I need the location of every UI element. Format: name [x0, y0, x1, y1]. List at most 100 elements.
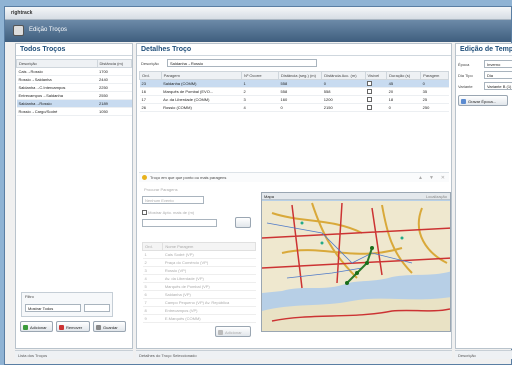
- save-label: Guardar: [103, 325, 118, 330]
- move-down-icon[interactable]: ▼: [429, 175, 434, 181]
- column-header[interactable]: Distância (seg.) (m): [278, 71, 323, 80]
- available-stop-order: 6: [142, 290, 163, 299]
- list-item[interactable]: 8 Entrecampos (VP): [142, 306, 256, 315]
- add-stop-label: Adicionar: [225, 330, 242, 335]
- stop-duration: 0: [386, 103, 421, 112]
- stop-search-select[interactable]: Nenhum Evento: [142, 196, 204, 204]
- table-row[interactable]: Saldanha→Rossio 2189: [16, 99, 132, 108]
- segment-distance: 2250: [97, 83, 132, 92]
- apply-distance-button[interactable]: [235, 217, 251, 228]
- table-row[interactable]: 23 Saldanha (COMM) 1 558 0 45 0: [139, 79, 449, 88]
- visible-cell[interactable]: [365, 103, 387, 112]
- segment-distance: 2550: [97, 91, 132, 100]
- table-row[interactable]: 26 Rossio (COMM) 4 0 2150 0 250: [139, 103, 449, 112]
- table-row[interactable]: 16 Marquês de Pombal (EVO... 2 558 558 20 35: [139, 87, 449, 96]
- map-canvas: [262, 193, 450, 331]
- stop-duration: 45: [386, 79, 421, 88]
- column-header[interactable]: Distância Acc. (m): [321, 71, 366, 80]
- available-stop-order: 9: [142, 314, 163, 323]
- list-item[interactable]: 4 Av. da Liberdade (VP): [142, 274, 256, 283]
- list-item[interactable]: 2 Praça do Comércio (VP): [142, 258, 256, 267]
- app-window: rightrack Edição Troços Todos Troços Des…: [4, 6, 512, 365]
- map-title: Mapa: [264, 194, 275, 199]
- add-stops-label: Procurar Paragens: [144, 187, 178, 192]
- app-menu-icon[interactable]: [13, 25, 24, 36]
- add-segment-button[interactable]: Adicionar: [20, 321, 53, 332]
- visible-checkbox[interactable]: [367, 105, 373, 111]
- description-label: Descrição: [141, 61, 159, 66]
- visible-checkbox[interactable]: [367, 97, 373, 103]
- refresh-icon: [96, 325, 101, 331]
- list-item[interactable]: 9 E.Marquês (COMM): [142, 314, 256, 323]
- visible-cell[interactable]: [365, 87, 387, 96]
- time-edit-panel: Edição de Tempo Época Inverno Dia Tipo D…: [455, 43, 512, 349]
- column-header[interactable]: Paragem: [420, 71, 449, 80]
- move-up-icon[interactable]: ▲: [418, 175, 423, 181]
- column-header[interactable]: Ord.: [139, 71, 162, 80]
- add-stop-button[interactable]: Adicionar: [215, 326, 251, 337]
- available-stops-table: Ord. Nome Paragem 1 Cais Sodré (VP) 2 Praça …: [141, 242, 256, 323]
- hint-bar: Troço em que que ponto ou mais paragens …: [139, 172, 449, 182]
- season-select[interactable]: Inverno: [484, 60, 512, 68]
- column-header[interactable]: Nº Ocorre: [240, 71, 280, 80]
- delete-icon[interactable]: ✕: [441, 175, 445, 181]
- stop-dwell: 25: [420, 95, 449, 104]
- stops-table: Ord. Paragem Nº Ocorre Distância (seg.) (m)…: [139, 71, 449, 112]
- list-item[interactable]: 6 Saldanha (VP): [142, 290, 256, 299]
- segment-distance: 2440: [97, 75, 132, 84]
- stop-occurrence: 4: [241, 103, 279, 112]
- table-row[interactable]: Saldanha→C.Intercampos 2250: [16, 83, 132, 92]
- field-label: Variante: [458, 84, 473, 89]
- distance-input[interactable]: [142, 219, 217, 227]
- distance-checkbox[interactable]: [142, 210, 147, 216]
- variant-select[interactable]: Variante B (1): [484, 82, 512, 90]
- time-edit-title: Edição de Tempo: [456, 44, 512, 56]
- column-header[interactable]: Distância (m): [96, 59, 132, 68]
- map-coordinates: Localização: [425, 194, 447, 199]
- distance-checkbox-row[interactable]: Mostrar Apto. mais de (m): [142, 210, 194, 216]
- available-stop-order: 4: [142, 274, 163, 283]
- table-row[interactable]: Rossio→Saldanha 2440: [16, 75, 132, 84]
- filter-title: Filtro: [25, 294, 34, 299]
- stop-segment-distance: 558: [278, 87, 322, 96]
- table-row[interactable]: Cais→Rossio 1700: [16, 67, 132, 76]
- description-input[interactable]: Saldanha→Rossio: [167, 59, 317, 67]
- stop-dwell: 250: [420, 103, 449, 112]
- visible-cell[interactable]: [365, 95, 387, 104]
- stop-accumulated-distance: 1200: [321, 95, 366, 104]
- table-row[interactable]: Entrecampos→Saldanha 2550: [16, 91, 132, 100]
- filter-input[interactable]: [84, 304, 110, 312]
- stop-name: Marquês de Pombal (EVO...: [161, 87, 242, 96]
- available-stop-name: Praça do Comércio (VP): [162, 258, 256, 267]
- save-segment-button[interactable]: Guardar: [93, 321, 126, 332]
- column-header[interactable]: Duração (s): [386, 71, 422, 80]
- available-stop-name: Av. da Liberdade (VP): [162, 274, 256, 283]
- visible-cell[interactable]: [365, 79, 387, 88]
- list-item[interactable]: 5 Marquês de Pombal (VP): [142, 282, 256, 291]
- list-item[interactable]: 7 Campo Pequeno (VP) Av. República: [142, 298, 256, 307]
- stop-order: 23: [139, 79, 162, 88]
- stop-segment-distance: 558: [278, 79, 322, 88]
- available-stop-order: 5: [142, 282, 163, 291]
- filter-select[interactable]: Mostrar Todos: [25, 304, 81, 312]
- day-type-select[interactable]: Dia: [484, 71, 512, 79]
- column-header[interactable]: Nome Paragem: [162, 242, 256, 251]
- stop-occurrence: 3: [241, 95, 279, 104]
- column-header[interactable]: Visível: [364, 71, 388, 80]
- list-item[interactable]: 3 Rossio (VP): [142, 266, 256, 275]
- table-row[interactable]: 17 Av. da Liberdade (COMM) 3 160 1200 18 25: [139, 95, 449, 104]
- visible-checkbox[interactable]: [367, 89, 373, 95]
- add-label: Adicionar: [30, 325, 47, 330]
- all-segments-panel: Todos Troços Descrição Distância (m) Cai…: [15, 43, 133, 349]
- table-row[interactable]: Rossio→Cargo/Sodré 1050: [16, 107, 132, 116]
- visible-checkbox[interactable]: [367, 81, 373, 87]
- column-header[interactable]: Paragem: [160, 71, 242, 80]
- available-stop-name: Rossio (VP): [162, 266, 256, 275]
- map-view[interactable]: Mapa Localização: [261, 192, 451, 332]
- record-season-button[interactable]: Gravar Época...: [458, 95, 508, 106]
- column-header[interactable]: Ord.: [141, 242, 164, 251]
- available-stop-order: 3: [142, 266, 163, 275]
- column-header[interactable]: Descrição: [16, 59, 98, 68]
- list-item[interactable]: 1 Cais Sodré (VP): [142, 250, 256, 259]
- remove-segment-button[interactable]: Remover: [56, 321, 90, 332]
